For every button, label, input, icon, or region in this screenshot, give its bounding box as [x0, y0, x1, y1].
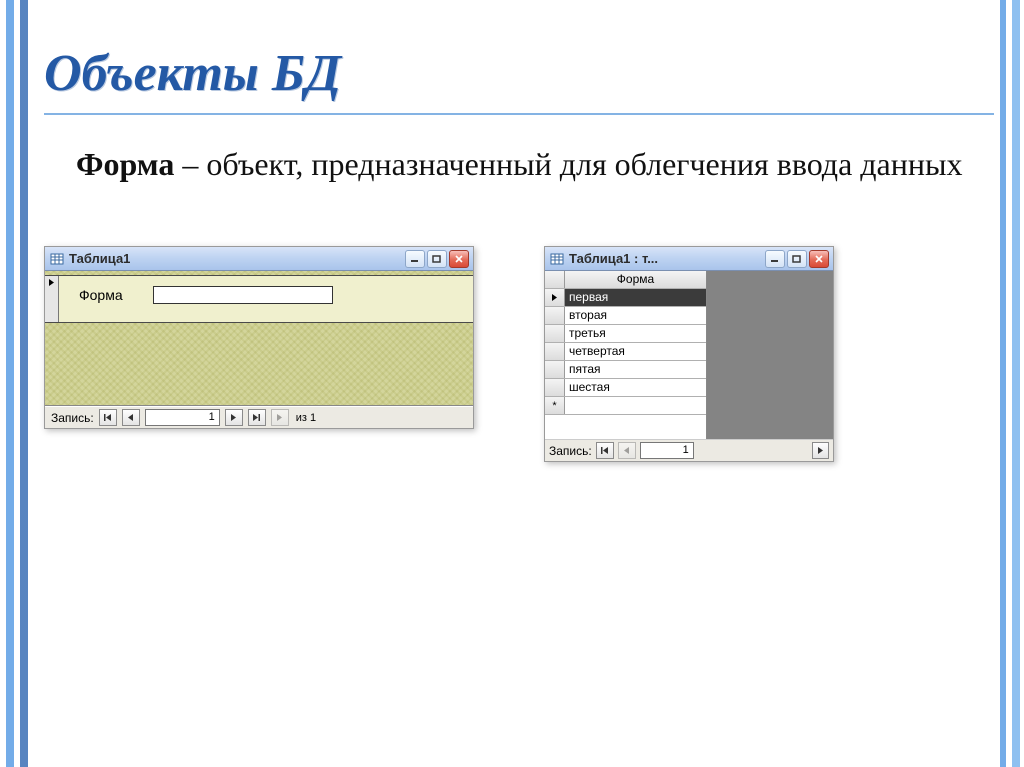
form-status-bar: Запись: 1 * из 1 — [45, 406, 473, 428]
row-selector[interactable] — [545, 307, 565, 324]
row-selector[interactable] — [545, 289, 565, 306]
cell[interactable]: шестая — [565, 379, 706, 396]
cell[interactable]: пятая — [565, 361, 706, 378]
term: Форма — [76, 146, 174, 182]
form-window-title: Таблица1 — [69, 251, 400, 266]
table-row[interactable]: вторая — [545, 307, 706, 325]
first-record-button[interactable] — [596, 442, 614, 459]
new-record-button[interactable]: * — [271, 409, 289, 426]
form-window: Таблица1 Форма — [44, 246, 474, 429]
row-selector[interactable] — [545, 325, 565, 342]
current-record-icon — [551, 293, 558, 302]
record-label: Запись: — [51, 411, 94, 425]
table-window: Таблица1 : т... Форма первая — [544, 246, 834, 462]
slide: Объекты БД Форма – объект, предназначенн… — [44, 26, 994, 747]
grid-empty-area — [707, 271, 833, 439]
table-row[interactable]: шестая — [545, 379, 706, 397]
record-selector[interactable] — [45, 276, 59, 322]
datasheet-icon — [550, 252, 564, 266]
record-number-input[interactable]: 1 — [145, 409, 220, 426]
record-number-input[interactable]: 1 — [640, 442, 694, 459]
table-row[interactable]: третья — [545, 325, 706, 343]
cell[interactable]: третья — [565, 325, 706, 342]
row-selector[interactable] — [545, 361, 565, 378]
maximize-button[interactable] — [787, 250, 807, 268]
table-titlebar[interactable]: Таблица1 : т... — [545, 247, 833, 271]
slide-stripe-left — [0, 0, 32, 767]
close-button[interactable] — [449, 250, 469, 268]
minimize-button[interactable] — [405, 250, 425, 268]
cell[interactable]: четвертая — [565, 343, 706, 360]
row-selector[interactable] — [545, 379, 565, 396]
column-header[interactable]: Форма — [565, 271, 706, 288]
table-window-title: Таблица1 : т... — [569, 251, 760, 266]
table-row[interactable]: первая — [545, 289, 706, 307]
row-selector[interactable]: * — [545, 397, 565, 414]
svg-text:*: * — [278, 415, 281, 423]
title-underline — [44, 113, 994, 115]
record-label: Запись: — [549, 444, 592, 458]
form-titlebar[interactable]: Таблица1 — [45, 247, 473, 271]
datasheet-icon — [50, 252, 64, 266]
table-body: Форма первая вторая третья — [545, 271, 833, 439]
scroll-right-button[interactable] — [812, 442, 829, 459]
slide-stripe-right — [996, 0, 1024, 767]
grid[interactable]: Форма первая вторая третья — [545, 271, 707, 439]
slide-body-text: Форма – объект, предназначенный для обле… — [44, 143, 994, 186]
prev-record-button[interactable] — [618, 442, 636, 459]
field-input[interactable] — [153, 286, 333, 304]
row-selector[interactable] — [545, 343, 565, 360]
field-label: Форма — [79, 287, 123, 303]
table-status-bar: Запись: 1 — [545, 439, 833, 461]
slide-title: Объекты БД — [44, 44, 994, 103]
current-record-icon — [48, 278, 55, 287]
next-record-button[interactable] — [225, 409, 243, 426]
cell[interactable]: вторая — [565, 307, 706, 324]
windows-row: Таблица1 Форма — [44, 246, 994, 462]
table-row[interactable]: четвертая — [545, 343, 706, 361]
select-all-cell[interactable] — [545, 271, 565, 288]
new-row[interactable]: * — [545, 397, 706, 415]
maximize-button[interactable] — [427, 250, 447, 268]
of-text: из 1 — [296, 412, 316, 424]
definition: – объект, предназначенный для облегчения… — [174, 146, 962, 182]
cell[interactable]: первая — [565, 289, 706, 306]
last-record-button[interactable] — [248, 409, 266, 426]
grid-header-row[interactable]: Форма — [545, 271, 706, 289]
form-body: Форма — [45, 271, 473, 406]
prev-record-button[interactable] — [122, 409, 140, 426]
minimize-button[interactable] — [765, 250, 785, 268]
close-button[interactable] — [809, 250, 829, 268]
first-record-button[interactable] — [99, 409, 117, 426]
form-record: Форма — [45, 275, 473, 323]
table-row[interactable]: пятая — [545, 361, 706, 379]
cell[interactable] — [565, 397, 706, 414]
